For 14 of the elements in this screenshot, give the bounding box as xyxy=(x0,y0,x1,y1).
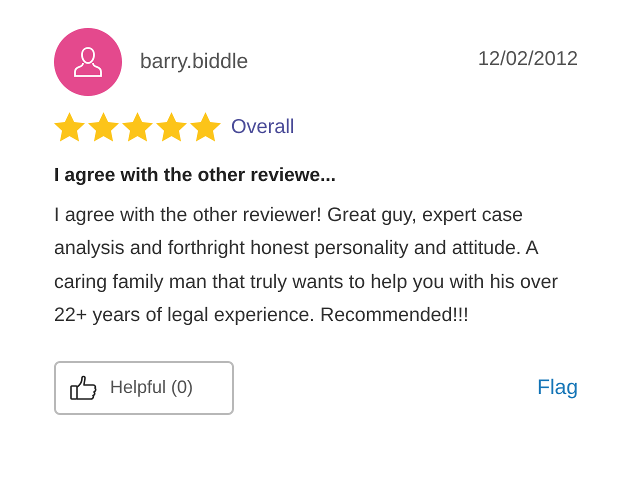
username: barry.biddle xyxy=(140,49,248,75)
flag-link[interactable]: Flag xyxy=(537,372,578,404)
star-icon xyxy=(122,112,153,142)
star-icon xyxy=(88,112,119,142)
review-date: 12/02/2012 xyxy=(478,47,578,72)
thumbs-up-icon xyxy=(70,374,98,400)
helpful-button[interactable]: Helpful (0) xyxy=(54,360,234,414)
star-icon xyxy=(190,112,221,142)
star-icon xyxy=(156,112,187,142)
review-title: I agree with the other reviewe... xyxy=(54,164,337,188)
rating-label: Overall xyxy=(231,115,294,140)
review-text: I agree with the other reviewer! Great guy, expert case analysis and forthright honest personality and attitude. A caring family man that truly wants to help you with his over 22+ years of legal experience. Recommended!!! xyxy=(54,202,559,328)
user-icon xyxy=(73,46,103,78)
star-icon xyxy=(54,112,85,142)
